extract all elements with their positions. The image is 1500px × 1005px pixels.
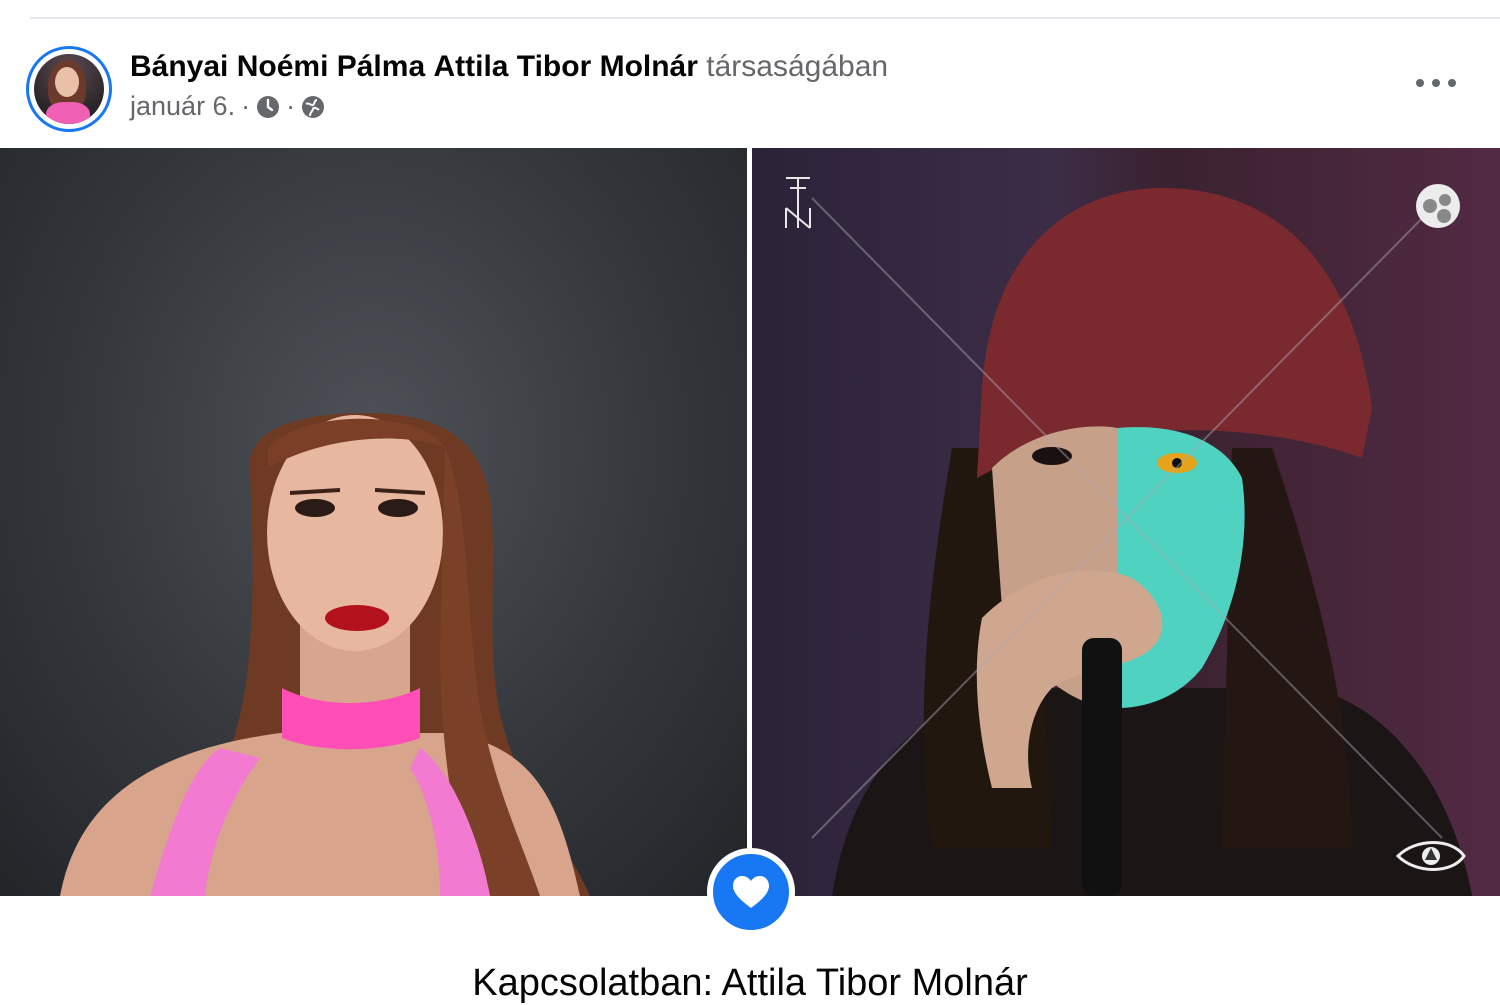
life-event-title: Kapcsolatban: Attila Tibor Molnár [472,962,1028,1004]
author-name-link[interactable]: Bányai Noémi Pálma [130,50,425,83]
more-dot [1432,79,1440,87]
author-avatar[interactable] [26,46,112,132]
post-title-line: Bányai Noémi Pálma Attila Tibor Molnár t… [130,50,888,84]
photo-grid [0,148,1500,936]
top-divider [30,17,1500,19]
avatar-image [34,54,104,124]
photo-man-album-art[interactable] [752,148,1500,896]
band-logo-icon [785,177,811,229]
meta-separator: · [241,91,251,121]
relationship-heart-button[interactable] [707,848,795,936]
label-logo-icon [1416,184,1460,228]
post-meta: január 6. · · [130,91,325,122]
post-date-link[interactable]: január 6. [130,91,235,122]
photo-woman-portrait[interactable] [0,148,747,896]
more-dot [1448,79,1456,87]
heart-icon [733,876,769,908]
with-text: társaságában [706,50,889,83]
tagged-person-link[interactable]: Attila Tibor Molnár [433,50,697,83]
more-options-button[interactable] [1416,68,1456,98]
more-dot [1416,79,1424,87]
meta-separator-2: · [286,91,296,121]
globe-icon[interactable] [301,95,325,119]
post-header: Bányai Noémi Pálma Attila Tibor Molnár t… [0,28,1500,148]
clock-icon [256,95,280,119]
